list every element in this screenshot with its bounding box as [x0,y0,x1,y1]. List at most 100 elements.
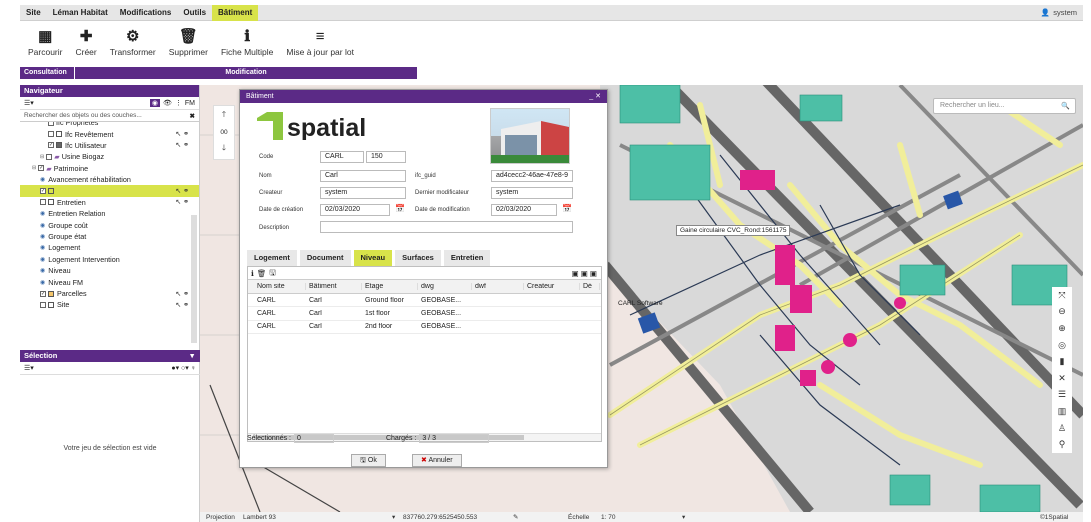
tab-entretien[interactable]: Entretien [443,250,491,266]
tab-surfaces[interactable]: Surfaces [395,250,441,266]
pin-icon[interactable]: ⚲ [1052,436,1072,453]
date-creation-input[interactable]: 02/03/2020 [320,204,390,216]
tree-item[interactable]: ◉ Groupe état [20,231,199,242]
checkbox[interactable] [48,131,54,138]
tree-item[interactable]: Entretien ↖ ⚭ [20,197,199,208]
menu-modifications[interactable]: Modifications [114,5,178,21]
checkbox[interactable] [46,153,53,160]
tree-item[interactable]: ◉ Logement [20,242,199,253]
calendar-icon[interactable]: 📅 [562,204,572,213]
edit-icon[interactable]: ✎ [513,513,518,521]
layer-action-icons[interactable]: ↖ ⚭ [175,187,189,195]
layer-action-icons[interactable]: ↖ ⚭ [175,198,189,206]
checkbox[interactable] [40,301,46,308]
zoom-out-icon[interactable]: ⊖ [1052,303,1072,321]
collapse-icon[interactable]: ▾ [190,350,194,362]
bookmark-icon[interactable]: ▮ [1052,353,1072,370]
cr-er-button[interactable]: ✚ Créer [75,21,96,57]
save-icon[interactable]: 🖫 [269,267,275,280]
transformer-button[interactable]: ⚙ Transformer [110,21,156,57]
calendar-icon[interactable]: 📅 [395,204,405,213]
tree-item[interactable]: ✓ Parcelles ↖ ⚭ [20,288,199,299]
column-header[interactable]: dwg [418,283,472,290]
user-menu[interactable]: 👤 system [1041,8,1083,17]
tree-item[interactable]: ◉ Niveau [20,265,199,276]
code-input-2[interactable]: 150 [366,151,406,163]
table-row[interactable]: CARL Carl Ground floor GEOBASE... [248,294,601,308]
info-icon[interactable]: ℹ [251,269,254,278]
tree-item[interactable]: Ifc Revêtement ↖ ⚭ [20,128,199,139]
eye-icon[interactable]: 👁 [163,99,172,107]
target-icon[interactable]: ◎ [1052,336,1072,354]
column-header[interactable]: dwf [472,283,524,290]
tree-item[interactable]: ⊟ ✓ ▰ Patrimoine [20,163,199,174]
fm-label[interactable]: FM [185,100,195,107]
nom-input[interactable]: Carl [320,170,406,182]
menu-site[interactable]: Site [20,5,47,21]
search-icon[interactable]: 🔍 [1061,100,1070,114]
annuler-button[interactable]: ✖ Annuler [412,454,462,467]
navigator-search-input[interactable]: Rechercher des objets ou des couches... [24,112,142,119]
layer-action-icons[interactable]: ↖ ⚭ [175,130,189,138]
menu-outils[interactable]: Outils [177,5,212,21]
supprimer-button[interactable]: 🗑 Supprimer [169,21,208,57]
fullscreen-icon[interactable]: ⤧ [1052,287,1072,304]
navigator-search[interactable]: Rechercher des objets ou des couches... … [20,110,199,122]
tree-item[interactable]: ⊟ ▰ Usine Biogaz [20,151,199,162]
layers-toggle-icon[interactable]: ◉ [149,99,160,107]
checkbox[interactable] [48,122,54,126]
tree-item[interactable]: ◉ Entretien Relation [20,208,199,219]
export-icons[interactable]: ▣ ▣ ▣ [572,269,597,278]
list-icon[interactable]: ☰ [1052,386,1072,404]
createur-input[interactable]: system [320,187,406,199]
chevron-down-icon[interactable]: ▾ [682,513,685,521]
expand-icon[interactable]: ⊟ [32,165,36,171]
tab-niveau[interactable]: Niveau [353,250,393,266]
checkbox[interactable]: ✓ [48,142,54,149]
ok-button[interactable]: 🖫 Ok [351,454,386,467]
arrow-down-icon[interactable]: 🡓 [222,142,226,156]
mise-jour-par-lot-button[interactable]: ≡ Mise à jour par lot [286,21,354,58]
table-row[interactable]: CARL Carl 2nd floor GEOBASE... [248,321,601,334]
layer-action-icons[interactable]: ↖ ⚭ [175,141,189,149]
table-row[interactable]: CARL Carl 1st floor GEOBASE... [248,307,601,321]
tree-item[interactable]: ◉ Avancement réhabilitation [20,174,199,185]
tree-item[interactable]: ◉ Niveau FM [20,276,199,287]
menu-b-timent[interactable]: Bâtiment [212,4,259,21]
dialog-titlebar[interactable]: Bâtiment _ ✕ [240,90,607,103]
more-icon[interactable]: ⋮ [175,99,182,107]
chevron-down-icon[interactable]: ▾ [392,513,395,521]
zoom-in-icon[interactable]: ⊕ [1052,320,1072,337]
close-icon[interactable]: ✕ [1052,369,1072,387]
date-modification-input[interactable]: 02/03/2020 [491,204,557,216]
layer-action-icons[interactable]: ↖ ⚭ [175,301,189,309]
checkbox[interactable]: ✓ [40,290,46,297]
column-header[interactable]: Nom site [254,283,306,290]
code-input-1[interactable]: CARL [320,151,364,163]
column-header[interactable]: Createur [524,283,580,290]
parcourir-button[interactable]: ▦ Parcourir [28,21,62,57]
tree-item[interactable]: ◉ Groupe coût [20,220,199,231]
tree-item[interactable]: ✓ Ifc Utilisateur ↖ ⚭ [20,140,199,151]
book-icon[interactable]: ▥ [1052,403,1072,420]
checkbox[interactable] [40,199,46,206]
fiche-multiple-button[interactable]: ℹ Fiche Multiple [221,21,273,57]
dernier-modificateur-input[interactable]: system [491,187,573,199]
menu-l-man-habitat[interactable]: Léman Habitat [47,5,114,21]
window-controls[interactable]: _ ✕ [589,90,601,103]
person-icon[interactable]: ♙ [1052,419,1072,437]
projection-select[interactable]: Lambert 93 [243,514,276,521]
tab-logement[interactable]: Logement [247,250,297,266]
layer-action-icons[interactable]: ↖ ⚭ [175,290,189,298]
tree-item[interactable]: ◉ Logement Intervention [20,254,199,265]
tab-document[interactable]: Document [299,250,351,266]
arrow-up-icon[interactable]: 🡑 [222,109,226,123]
checkbox[interactable]: ✓ [40,188,46,195]
selection-mode-icons[interactable]: ●▾ ○▾ ♀ [171,364,196,372]
clear-icon[interactable]: ✖ [190,112,195,120]
ifc-guid-input[interactable]: ad4cecc2-46ae-47e8-9 [491,170,573,182]
expand-icon[interactable]: ⊟ [40,154,44,160]
trash-icon[interactable]: 🗑 [257,269,267,278]
description-input[interactable] [320,221,573,233]
tree-item[interactable]: ✓ Bâtiment ↖ ⚭ [20,185,199,197]
